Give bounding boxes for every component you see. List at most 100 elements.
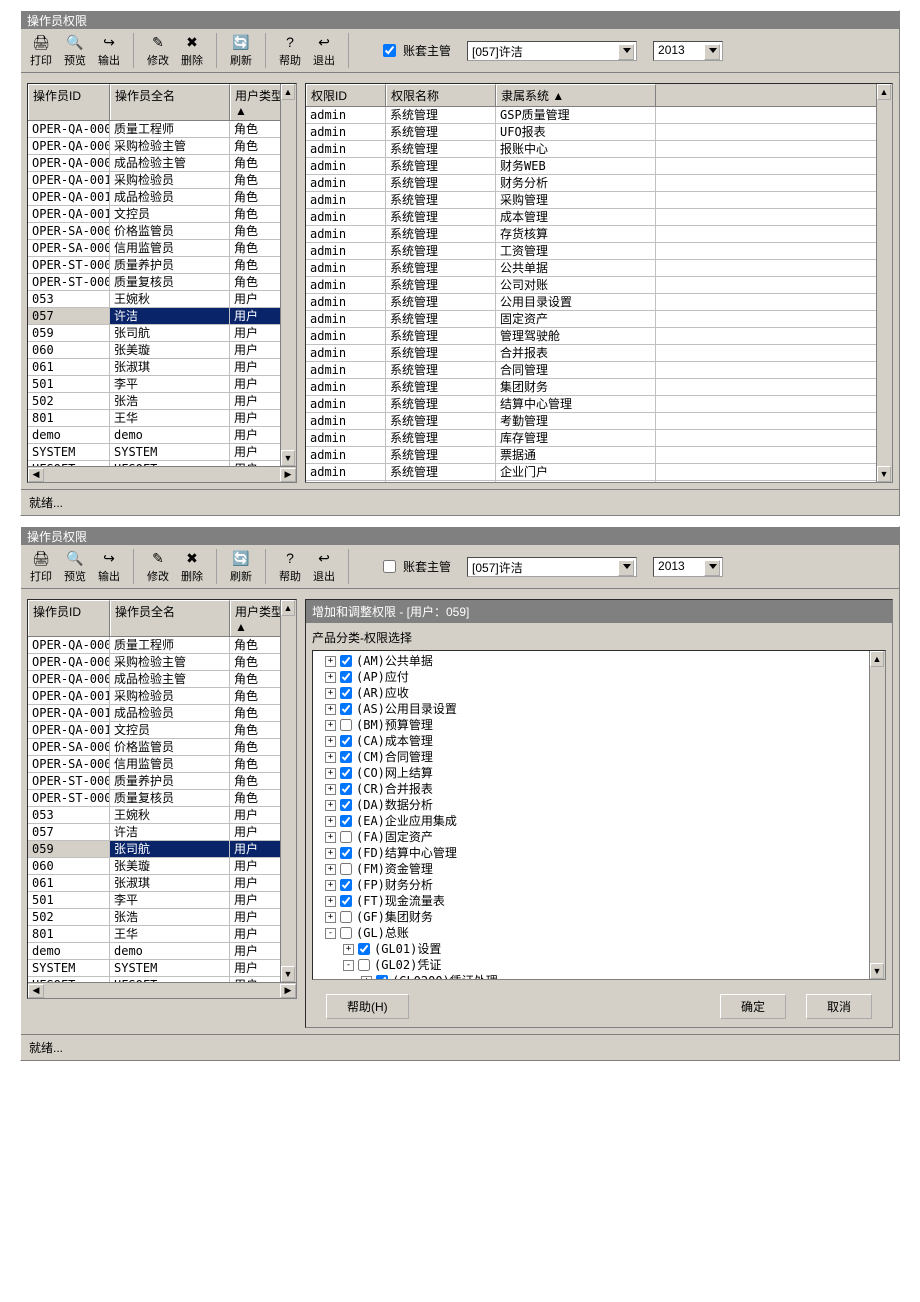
table-row[interactable]: OPER-QA-0010采购检验员角色 [28,172,296,189]
table-row[interactable]: admin系统管理企业应用集成 [306,481,892,483]
table-row[interactable]: admin系统管理管理驾驶舱 [306,328,892,345]
toolbar-button-打印[interactable]: 🖨打印 [27,33,55,68]
scroll-down-icon[interactable]: ▼ [281,966,295,982]
table-row[interactable]: SYSTEMSYSTEM用户 [28,960,296,977]
table-row[interactable]: OPER-QA-0007质量工程师角色 [28,637,296,654]
tree-expand-icon[interactable]: + [325,704,336,715]
vscrollbar[interactable]: ▲▼ [280,84,296,466]
table-row[interactable]: admin系统管理成本管理 [306,209,892,226]
table-row[interactable]: 502张浩用户 [28,393,296,410]
tree-node[interactable]: +(AR)应收 [313,685,885,701]
tree-node[interactable]: -(GL02)凭证 [313,957,885,973]
grid-header-cell[interactable]: 操作员全名 [110,84,230,120]
toolbar-button-帮助[interactable]: ?帮助 [276,33,304,68]
table-row[interactable]: admin系统管理公共单据 [306,260,892,277]
tree-node[interactable]: +(FP)财务分析 [313,877,885,893]
toolbar-button-输出[interactable]: ↪输出 [95,549,123,584]
ok-button[interactable]: 确定 [720,994,786,1019]
account-admin-checkbox[interactable] [383,44,396,57]
tree-checkbox[interactable] [340,719,352,731]
table-row[interactable]: 061张淑琪用户 [28,359,296,376]
table-row[interactable]: OPER-SA-0003信用监管员角色 [28,756,296,773]
scroll-left-icon[interactable]: ◀ [28,984,44,998]
hscrollbar[interactable]: ◀▶ [28,466,296,482]
table-row[interactable]: admin系统管理企业门户 [306,464,892,481]
toolbar-button-退出[interactable]: ↩退出 [310,33,338,68]
tree-node[interactable]: +(AS)公用目录设置 [313,701,885,717]
table-row[interactable]: OPER-QA-0011成品检验员角色 [28,189,296,206]
tree-node[interactable]: +(CO)网上结算 [313,765,885,781]
tree-checkbox[interactable] [340,815,352,827]
table-row[interactable]: 053王婉秋用户 [28,807,296,824]
tree-checkbox[interactable] [340,687,352,699]
table-row[interactable]: SYSTEMSYSTEM用户 [28,444,296,461]
scroll-up-icon[interactable]: ▲ [877,84,891,100]
tree-expand-icon[interactable]: + [325,880,336,891]
table-row[interactable]: 057许洁用户 [28,308,296,325]
tree-checkbox[interactable] [340,895,352,907]
table-row[interactable]: admin系统管理合并报表 [306,345,892,362]
tree-expand-icon[interactable]: - [343,960,354,971]
table-row[interactable]: OPER-ST-0004质量复核员角色 [28,274,296,291]
scroll-up-icon[interactable]: ▲ [281,600,295,616]
table-row[interactable]: admin系统管理报账中心 [306,141,892,158]
grid-header-cell[interactable]: 权限名称 [386,84,496,106]
toolbar-button-刷新[interactable]: 🔄刷新 [227,549,255,584]
table-row[interactable]: OPER-QA-0008采购检验主管角色 [28,654,296,671]
toolbar-button-修改[interactable]: ✎修改 [144,33,172,68]
table-row[interactable]: admin系统管理财务WEB [306,158,892,175]
table-row[interactable]: OPER-SA-0003信用监管员角色 [28,240,296,257]
tree-checkbox[interactable] [340,799,352,811]
scroll-right-icon[interactable]: ▶ [280,984,296,998]
tree-expand-icon[interactable]: + [325,672,336,683]
tree-expand-icon[interactable]: + [325,752,336,763]
tree-node[interactable]: +(EA)企业应用集成 [313,813,885,829]
tree-node[interactable]: +(FD)结算中心管理 [313,845,885,861]
table-row[interactable]: 801王华用户 [28,410,296,427]
table-row[interactable]: OPER-ST-0003质量养护员角色 [28,257,296,274]
toolbar-button-输出[interactable]: ↪输出 [95,33,123,68]
account-admin-check[interactable]: 账套主管 [379,557,451,576]
tree-checkbox[interactable] [340,831,352,843]
account-admin-checkbox[interactable] [383,560,396,573]
tree-checkbox[interactable] [340,703,352,715]
scroll-down-icon[interactable]: ▼ [281,450,295,466]
table-row[interactable]: 057许洁用户 [28,824,296,841]
grid-header-cell[interactable]: 隶属系统 ▲ [496,84,656,106]
table-row[interactable]: demodemo用户 [28,427,296,444]
tree-expand-icon[interactable]: + [325,784,336,795]
scroll-up-icon[interactable]: ▲ [870,651,884,667]
table-row[interactable]: admin系统管理财务分析 [306,175,892,192]
tree-expand-icon[interactable]: + [325,896,336,907]
scroll-down-icon[interactable]: ▼ [870,963,884,979]
toolbar-button-退出[interactable]: ↩退出 [310,549,338,584]
tree-expand-icon[interactable]: + [325,720,336,731]
table-row[interactable]: 501李平用户 [28,376,296,393]
toolbar-button-删除[interactable]: ✖删除 [178,549,206,584]
tree-checkbox[interactable] [340,783,352,795]
table-row[interactable]: 061张淑琪用户 [28,875,296,892]
tree-expand-icon[interactable]: + [325,864,336,875]
tree-checkbox[interactable] [340,911,352,923]
table-row[interactable]: OPER-QA-0012文控员角色 [28,722,296,739]
tree-expand-icon[interactable]: + [325,912,336,923]
grid-header-cell[interactable]: 权限ID [306,84,386,106]
table-row[interactable]: OPER-SA-0002价格监管员角色 [28,739,296,756]
toolbar-button-预览[interactable]: 🔍预览 [61,549,89,584]
toolbar-button-删除[interactable]: ✖删除 [178,33,206,68]
table-row[interactable]: admin系统管理结算中心管理 [306,396,892,413]
grid-header-cell[interactable]: 操作员ID [28,600,110,636]
tree-checkbox[interactable] [340,735,352,747]
tree-expand-icon[interactable]: + [361,976,372,981]
table-row[interactable]: 059张司航用户 [28,841,296,858]
table-row[interactable]: OPER-QA-0011成品检验员角色 [28,705,296,722]
table-row[interactable]: OPER-QA-0007质量工程师角色 [28,121,296,138]
scroll-left-icon[interactable]: ◀ [28,468,44,482]
tree-checkbox[interactable] [358,943,370,955]
tree-checkbox[interactable] [340,671,352,683]
vscrollbar[interactable]: ▲▼ [876,84,892,482]
table-row[interactable]: 801王华用户 [28,926,296,943]
table-row[interactable]: admin系统管理采购管理 [306,192,892,209]
tree-node[interactable]: -(GL)总账 [313,925,885,941]
table-row[interactable]: OPER-QA-0010采购检验员角色 [28,688,296,705]
